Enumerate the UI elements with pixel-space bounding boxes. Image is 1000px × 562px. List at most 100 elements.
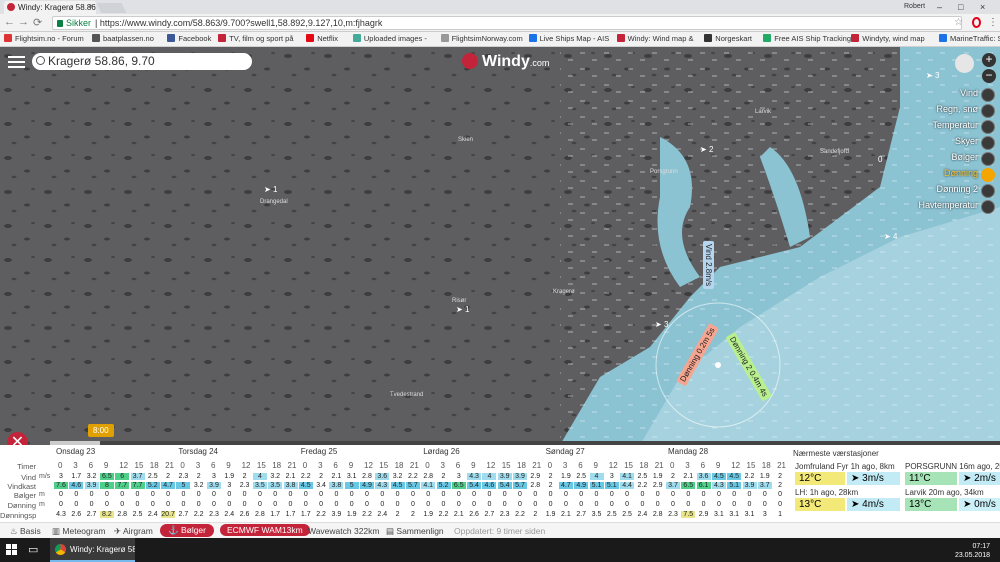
- layer-icon[interactable]: [981, 168, 995, 182]
- search-input[interactable]: Kragerø 58.86, 9.70: [32, 53, 252, 70]
- layer-item[interactable]: Dønning: [918, 168, 978, 184]
- forecast-cell: 7.7: [130, 482, 145, 489]
- forecast-cell: 2.5: [637, 473, 648, 480]
- layer-icon[interactable]: [981, 200, 995, 214]
- forecast-cell: 20.7: [161, 511, 176, 518]
- reload-icon[interactable]: ⟳: [33, 16, 42, 29]
- station-temp: 13°C: [905, 498, 957, 511]
- bookmark-item[interactable]: Windy: Wind map &: [616, 34, 693, 43]
- forward-icon[interactable]: →: [18, 16, 29, 28]
- bookmark-item[interactable]: Netflix: [306, 34, 338, 43]
- model-ecmwf-button[interactable]: ECMWF WAM13km: [220, 524, 310, 536]
- forecast-cell: 8: [99, 482, 114, 489]
- hamburger-menu-icon[interactable]: [8, 56, 25, 68]
- bookmark-favicon-icon: [440, 34, 449, 42]
- bookmark-favicon-icon: [4, 34, 12, 42]
- tab-close-icon[interactable]: ×: [88, 2, 93, 11]
- window-close-icon[interactable]: ×: [980, 2, 985, 12]
- bookmark-item[interactable]: Live Ships Map - AIS: [528, 34, 609, 43]
- bookmark-item[interactable]: Facebook: [167, 34, 211, 43]
- station-name[interactable]: LH: 1h ago, 28km: [795, 488, 900, 497]
- layer-icon[interactable]: [981, 88, 995, 102]
- layer-icon[interactable]: [981, 120, 995, 134]
- bookmark-item[interactable]: Uploaded images -: [352, 34, 427, 43]
- system-clock[interactable]: 07:17 23.05.2018: [955, 542, 990, 560]
- wind-marker-icon[interactable]: 0: [878, 155, 882, 164]
- model-wavewatch-button[interactable]: Wavewatch 322km: [308, 526, 380, 536]
- city-label: Skien: [458, 137, 474, 143]
- windy-logo[interactable]: Windy.com: [462, 53, 549, 71]
- timeline-time-tag[interactable]: 8:00: [88, 424, 114, 437]
- layer-item[interactable]: Vind: [918, 88, 978, 104]
- forecast-days: Onsdag 23 Torsdag 24 Fredag 25 Lørdag 26 Søn…: [56, 447, 790, 459]
- wind-marker-icon[interactable]: ➤ 3: [655, 320, 668, 329]
- bookmark-item[interactable]: Norgeskart: [704, 34, 752, 43]
- forecast-cell: 0: [365, 501, 369, 508]
- user-avatar[interactable]: [955, 54, 974, 73]
- bookmark-star-icon[interactable]: ☆: [954, 17, 963, 28]
- forecast-cell: 2.2: [362, 511, 372, 518]
- bookmark-item[interactable]: Free AIS Ship Tracking: [763, 34, 851, 43]
- bookmark-item[interactable]: Flightsim.no - Forum: [4, 34, 84, 43]
- forecast-cell: 2.5: [132, 511, 143, 518]
- layer-item[interactable]: Temperatur: [918, 120, 978, 136]
- hour-label: 6: [578, 461, 583, 470]
- zoom-in-button[interactable]: +: [982, 53, 996, 67]
- layer-icon[interactable]: [981, 136, 995, 150]
- compare-button[interactable]: ▤ Sammenlign: [386, 526, 444, 537]
- forecast-cell: 0: [349, 491, 354, 498]
- forecast-cell: 3.1: [346, 473, 357, 480]
- bookmark-item[interactable]: TV, film og sport på: [218, 34, 294, 43]
- forecast-cell: 5.1: [589, 482, 604, 489]
- bookmark-favicon-icon: [167, 34, 176, 42]
- wind-marker-icon[interactable]: ➤ 1: [264, 185, 277, 194]
- hour-label: 0: [425, 461, 430, 470]
- layer-icon[interactable]: [981, 104, 995, 118]
- tab-airgram[interactable]: ✈ Airgram: [114, 526, 153, 537]
- layer-item[interactable]: Dønning 2: [918, 184, 978, 200]
- forecast-cell: 4.7: [161, 482, 176, 489]
- browser-tab[interactable]: Windy: Kragerø 58.86... ×: [4, 1, 96, 14]
- opera-extension-icon[interactable]: [972, 17, 981, 28]
- tab-waves[interactable]: ⚓ Bølger: [160, 524, 214, 537]
- forecast-cell: 0: [502, 491, 507, 498]
- forecast-cell: 7.5: [681, 511, 696, 518]
- zoom-out-button[interactable]: −: [982, 69, 996, 83]
- task-view-icon[interactable]: ▭: [28, 543, 38, 556]
- new-tab-button[interactable]: [96, 3, 127, 13]
- hour-label: 12: [241, 461, 251, 470]
- wind-marker-icon[interactable]: ➤ 3: [926, 71, 939, 80]
- layer-item[interactable]: Regn, snø: [918, 104, 978, 120]
- bookmark-item[interactable]: baatplassen.no: [92, 34, 154, 43]
- map-view[interactable]: Kragerø 58.86, 9.70 ♡ Windy.com + − Vind…: [0, 47, 1000, 445]
- wind-marker-icon[interactable]: ➤ 2: [700, 145, 713, 154]
- minimize-icon[interactable]: –: [937, 2, 942, 12]
- wind-marker-icon[interactable]: ➤ 4: [884, 232, 897, 241]
- wind-marker-icon[interactable]: ➤ 1: [456, 305, 469, 314]
- back-icon[interactable]: ←: [4, 16, 15, 28]
- forecast-cell: 2: [778, 473, 783, 480]
- forecast-cell: 0: [196, 501, 201, 508]
- bookmark-item[interactable]: Windyty, wind map: [851, 34, 925, 43]
- maximize-icon[interactable]: □: [958, 2, 963, 12]
- bookmark-item[interactable]: FlightsimNorway.com: [440, 34, 523, 43]
- layer-icon[interactable]: [981, 152, 995, 166]
- taskbar-chrome-item[interactable]: Windy: Kragerø 58...: [50, 538, 135, 562]
- browser-menu-icon[interactable]: ⋮: [988, 17, 998, 28]
- station-name[interactable]: Jomfruland Fyr 1h ago, 8km: [795, 462, 900, 471]
- forecast-cell: 0: [288, 501, 293, 508]
- tab-basis[interactable]: ♨ Basis: [10, 526, 41, 537]
- forecast-cell: 4.3: [711, 482, 726, 489]
- address-bar[interactable]: Sikker | https://www.windy.com/58.863/9.7…: [52, 16, 962, 30]
- layer-item[interactable]: Bølger: [918, 152, 978, 168]
- tab-meteogram[interactable]: ▥ Meteogram: [52, 526, 105, 537]
- layer-item[interactable]: Skyer: [918, 136, 978, 152]
- layer-icon[interactable]: [981, 184, 995, 198]
- station-name[interactable]: Larvik 20m ago, 34km: [905, 488, 1000, 497]
- profile-name[interactable]: Robert: [904, 3, 925, 10]
- favorite-heart-icon[interactable]: ♡: [230, 54, 243, 71]
- windows-start-icon[interactable]: [6, 544, 18, 556]
- station-name[interactable]: PORSGRUNN 16m ago, 25: [905, 462, 1000, 471]
- layer-item[interactable]: Havtemperatur: [918, 200, 978, 216]
- bookmark-item[interactable]: MarineTraffic: Sannt: [939, 34, 1000, 43]
